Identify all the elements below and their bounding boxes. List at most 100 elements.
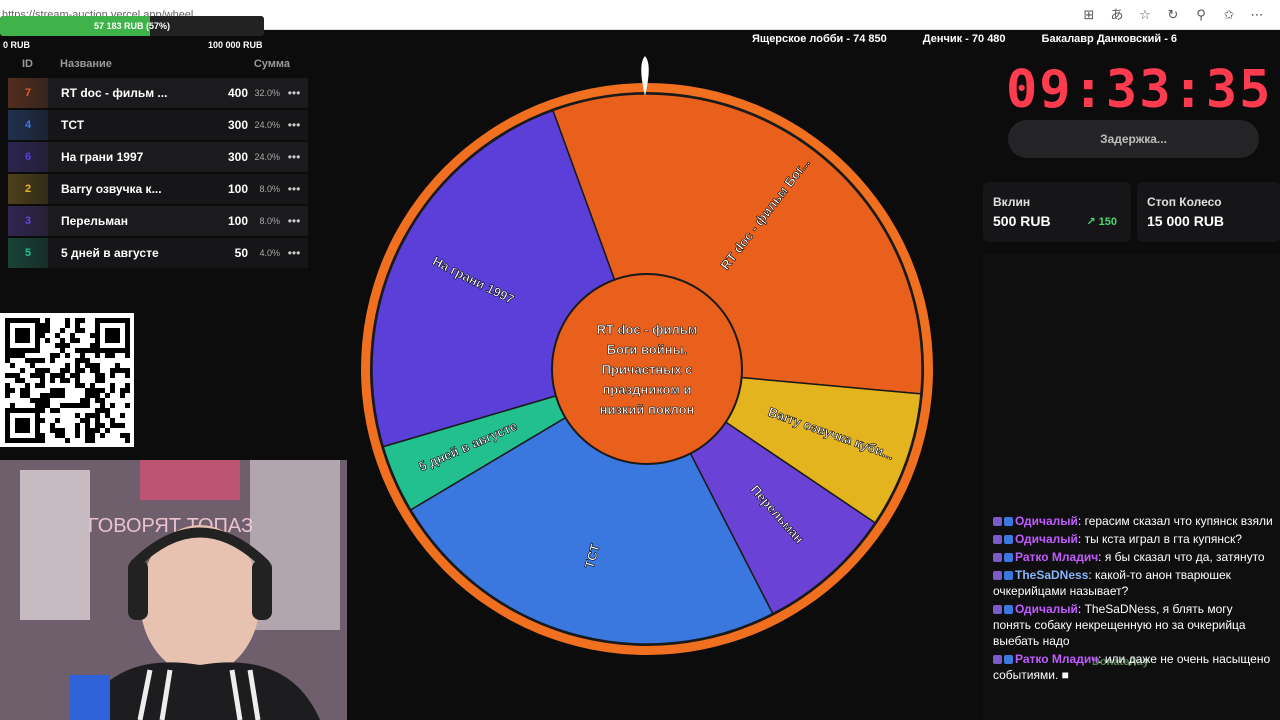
- stop-wheel-label: Стоп Колесо: [1147, 195, 1222, 209]
- badge-icon: [993, 535, 1002, 544]
- stop-wheel-stat-card: Стоп Колесо 15 000 RUB: [1137, 182, 1280, 242]
- lot-row[interactable]: 4 ТСТ 300 24.0% •••: [8, 110, 308, 140]
- webcam-feed: ГОВОРЯТ ТОПАЗ: [0, 460, 347, 720]
- badge-icon: [1004, 517, 1013, 526]
- lot-percent: 4.0%: [259, 248, 280, 258]
- favorites-icon[interactable]: ✩: [1218, 6, 1240, 24]
- ticker-item: Ящерское лобби - 74 850: [752, 33, 887, 45]
- translate-icon[interactable]: あ: [1106, 6, 1128, 24]
- chat-author[interactable]: TheSaDNess: [1015, 568, 1088, 582]
- apps-icon[interactable]: ⊞: [1078, 6, 1100, 24]
- bet-value: 500 RUB: [993, 213, 1051, 229]
- badge-icon: [993, 571, 1002, 580]
- lot-percent: 24.0%: [254, 120, 280, 130]
- lot-id: 3: [8, 206, 48, 236]
- lot-id: 7: [8, 78, 48, 108]
- lot-name: ТСТ: [61, 118, 85, 132]
- star-icon[interactable]: ☆: [1134, 6, 1156, 24]
- lot-amount: 300: [227, 150, 248, 164]
- lot-amount: 100: [227, 214, 248, 228]
- goal-progress-label: 57 183 RUB (57%): [93, 21, 171, 31]
- lot-name: RT doc - фильм ...: [61, 86, 168, 100]
- wheel-winner-text: RT doc - фильм Боги войны. Причастных с пра…: [597, 322, 698, 417]
- chat-message: Ратко Младич: я бы сказал что да, затяну…: [993, 549, 1273, 565]
- lot-name: 5 дней в августе: [61, 246, 159, 260]
- lot-row[interactable]: 3 Перельман 100 8.0% •••: [8, 206, 308, 236]
- lot-menu-icon[interactable]: •••: [280, 150, 308, 164]
- chat-author[interactable]: Одичалый: [1015, 514, 1078, 528]
- app-root: https://stream-auction.vercel.app/wheel …: [0, 0, 1280, 720]
- chat-separator: :: [1098, 550, 1105, 564]
- goal-progress-bar: 57 183 RUB (57%): [0, 16, 264, 36]
- chat-message: Одичалый: герасим сказал что купянск взя…: [993, 513, 1273, 529]
- bet-delta: ↗ 150: [1086, 215, 1117, 228]
- bet-stat-card: Вклин 500 RUB ↗ 150: [983, 182, 1131, 242]
- chat-text: ты кста играл в гта купянск?: [1084, 532, 1242, 546]
- lot-menu-icon[interactable]: •••: [280, 118, 308, 132]
- lot-name: Barry озвучка к...: [61, 182, 162, 196]
- chat-separator: :: [1077, 532, 1085, 546]
- lot-amount: 300: [227, 118, 248, 132]
- chat-message: TheSaDNess: какой-то анон тварюшек очкер…: [993, 567, 1273, 599]
- countdown-timer: 09:33:35: [1006, 60, 1273, 120]
- chat-message: Одичалый: TheSaDNess, я блять могу понят…: [993, 601, 1273, 649]
- goal-max-label: 100 000 RUB: [208, 40, 263, 50]
- chat-separator: :: [1077, 514, 1085, 528]
- lot-menu-icon[interactable]: •••: [280, 86, 308, 100]
- lot-percent: 8.0%: [259, 216, 280, 226]
- lots-table: ID Название Сумма 7 RT doc - фильм ... 400…: [8, 52, 308, 268]
- stop-wheel-value: 15 000 RUB: [1147, 213, 1225, 229]
- lot-percent: 32.0%: [254, 88, 280, 98]
- chat-separator: :: [1077, 602, 1085, 616]
- lot-row[interactable]: 2 Barry озвучка к... 100 8.0% •••: [8, 174, 308, 204]
- column-id: ID: [22, 58, 33, 70]
- roulette-wheel[interactable]: RT doc - фильм Бог... Barry озвучка куби.…: [352, 74, 942, 664]
- badge-icon: [993, 655, 1002, 664]
- badge-icon: [993, 605, 1002, 614]
- chat-author[interactable]: Ратко Младич: [1015, 652, 1098, 666]
- badge-icon: [1004, 605, 1013, 614]
- lot-name: На грани 1997: [61, 150, 144, 164]
- lot-menu-icon[interactable]: •••: [280, 214, 308, 228]
- badge-icon: [993, 517, 1002, 526]
- lot-amount: 50: [234, 246, 248, 260]
- more-icon[interactable]: ⋯: [1246, 6, 1268, 24]
- refresh-icon[interactable]: ↻: [1162, 6, 1184, 24]
- chat-message: Ратко Младич: или даже не очень насыщено…: [993, 651, 1273, 683]
- lot-row[interactable]: 7 RT doc - фильм ... 400 32.0% •••: [8, 78, 308, 108]
- delay-button[interactable]: Задержка...: [1008, 120, 1259, 158]
- lot-row[interactable]: 5 5 дней в августе 50 4.0% •••: [8, 238, 308, 268]
- column-sum: Сумма: [253, 58, 290, 70]
- lot-amount: 100: [227, 182, 248, 196]
- lot-id: 5: [8, 238, 48, 268]
- chat-author[interactable]: Одичалый: [1015, 602, 1078, 616]
- wheel-pointer-icon: [641, 56, 649, 96]
- lots-table-header: ID Название Сумма: [8, 52, 308, 76]
- lot-menu-icon[interactable]: •••: [280, 182, 308, 196]
- lot-menu-icon[interactable]: •••: [280, 246, 308, 260]
- badge-icon: [1004, 571, 1013, 580]
- chat-author[interactable]: Одичалый: [1015, 532, 1078, 546]
- chat-messages: Одичалый: герасим сказал что купянск взя…: [993, 513, 1273, 685]
- ticker-item: Бакалавр Данковский - 6: [1041, 33, 1178, 45]
- chat-author[interactable]: Ратко Младич: [1015, 550, 1098, 564]
- chat-text: герасим сказал что купянск взяли: [1084, 514, 1273, 528]
- lot-id: 6: [8, 142, 48, 172]
- trend-up-icon: ↗: [1086, 216, 1099, 228]
- chat-message: Одичалый: ты кста играл в гта купянск?: [993, 531, 1273, 547]
- ticker-item: Денчик - 70 480: [922, 33, 1006, 45]
- lot-amount: 400: [227, 86, 248, 100]
- extensions-icon[interactable]: ⚲: [1190, 6, 1212, 24]
- lot-id: 4: [8, 110, 48, 140]
- bet-label: Вклин: [993, 195, 1031, 209]
- lot-percent: 24.0%: [254, 152, 280, 162]
- chat-text: я бы сказал что да, затянуто: [1104, 550, 1265, 564]
- bet-delta-value: 150: [1098, 216, 1117, 228]
- goal-min-label: 0 RUB: [3, 40, 31, 50]
- badge-icon: [993, 553, 1002, 562]
- lot-id: 2: [8, 174, 48, 204]
- lot-row[interactable]: 6 На грани 1997 300 24.0% •••: [8, 142, 308, 172]
- chat-separator: :: [1098, 652, 1105, 666]
- lot-name: Перельман: [61, 214, 128, 228]
- column-name: Название: [60, 58, 112, 70]
